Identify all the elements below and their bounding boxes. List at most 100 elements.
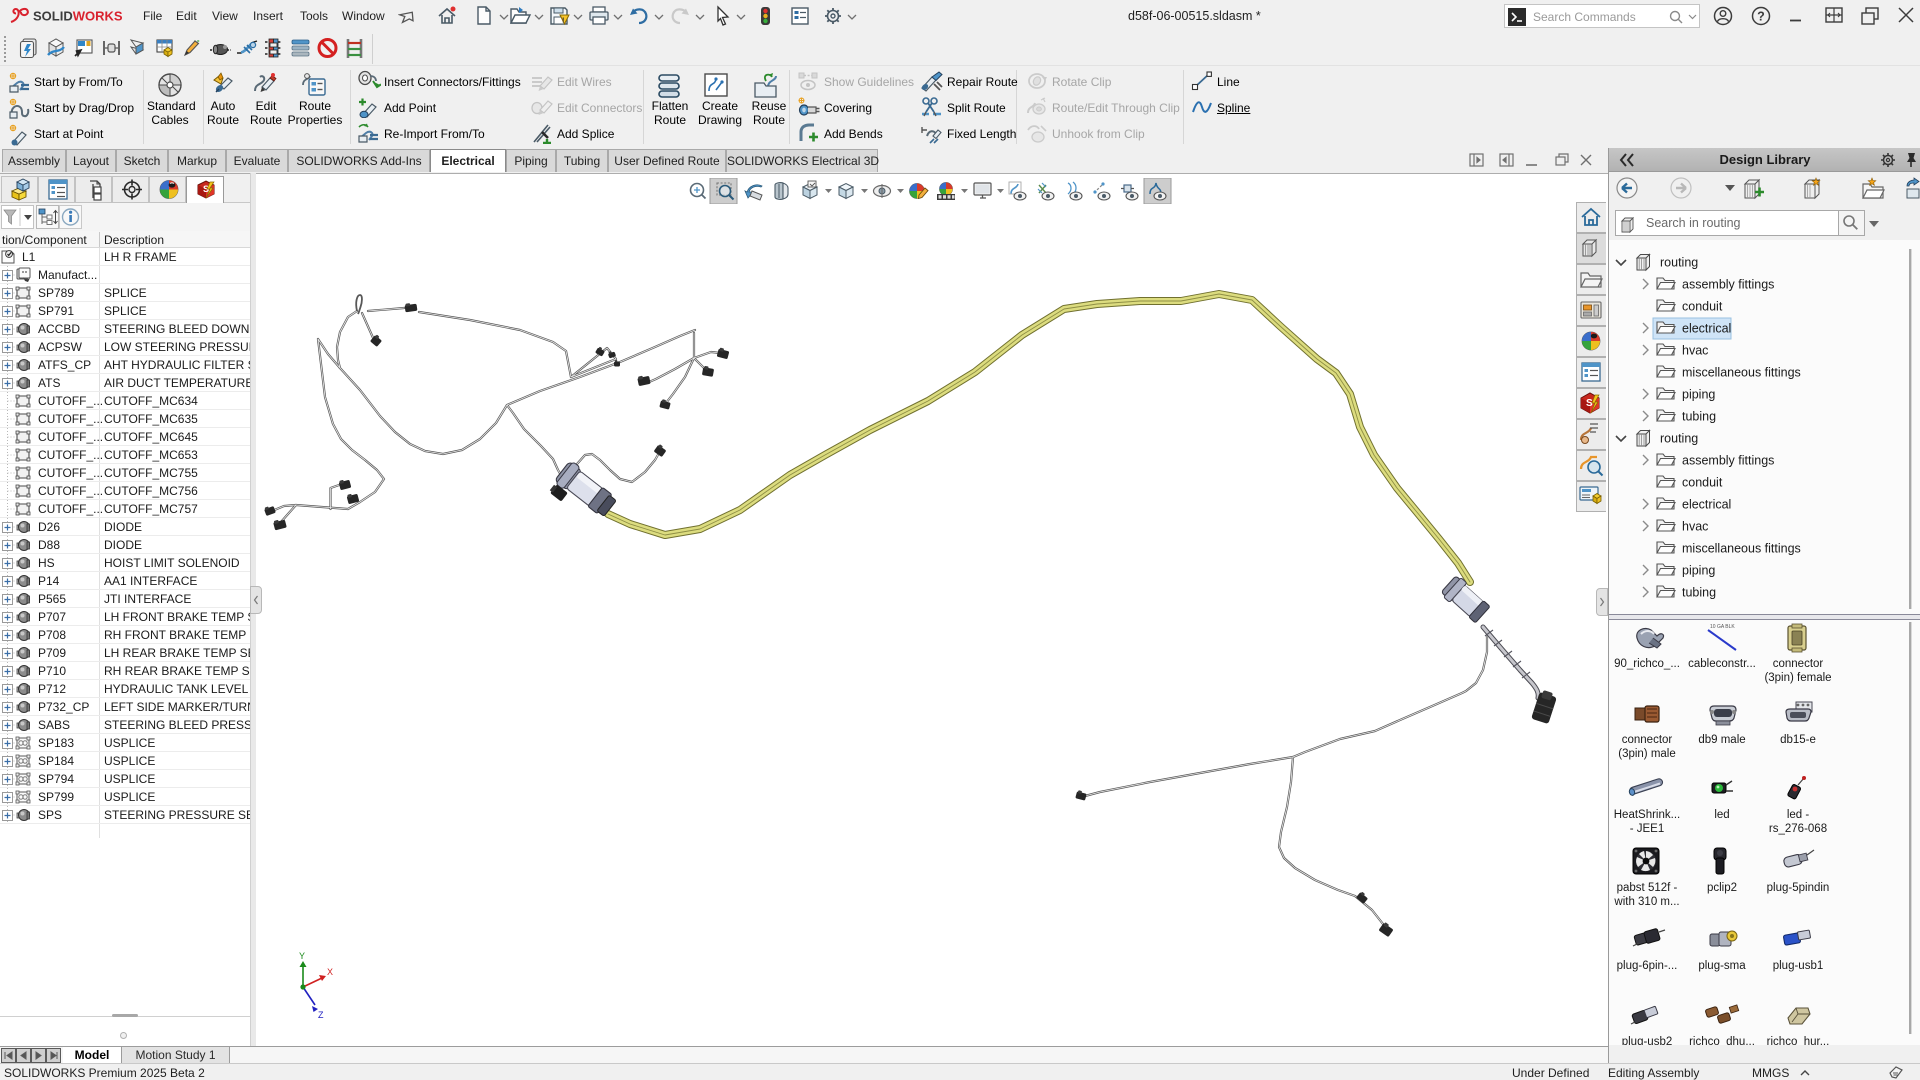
svg-text:STEERING BLEED PRESSURE: STEERING BLEED PRESSURE: [104, 718, 250, 732]
svg-text:P707: P707: [38, 610, 66, 624]
svg-text:SP794: SP794: [38, 772, 74, 786]
svg-text:CUTOFF_MC757: CUTOFF_MC757: [104, 502, 198, 516]
svg-text:JTI INTERFACE: JTI INTERFACE: [104, 592, 191, 606]
svg-text:SP789: SP789: [38, 286, 74, 300]
svg-text:STEERING BLEED DOWN SOI: STEERING BLEED DOWN SOI: [104, 322, 250, 336]
svg-text:tubing: tubing: [1682, 410, 1716, 424]
svg-text:HOIST LIMIT SOLENOID: HOIST LIMIT SOLENOID: [104, 556, 240, 570]
svg-text:LEFT SIDE MARKER/TURN LI: LEFT SIDE MARKER/TURN LI: [104, 700, 250, 714]
svg-text:SOLIDWORKS: SOLIDWORKS: [33, 9, 123, 24]
svg-text:assembly fittings: assembly fittings: [1682, 278, 1774, 292]
svg-text:CUTOFF_MC755: CUTOFF_MC755: [104, 466, 198, 480]
svg-text:D26: D26: [38, 520, 60, 534]
svg-text:10 GA BLK: 10 GA BLK: [1710, 624, 1735, 630]
svg-text:RH REAR BRAKE TEMP SENS: RH REAR BRAKE TEMP SENS: [104, 664, 250, 678]
svg-text:Z: Z: [318, 1010, 324, 1020]
svg-text:assembly fittings: assembly fittings: [1682, 454, 1774, 468]
svg-text:SABS: SABS: [38, 718, 70, 732]
svg-text:hvac: hvac: [1682, 344, 1708, 358]
svg-text:db15-e: db15-e: [1780, 734, 1816, 746]
svg-text:(3pin) male: (3pin) male: [1618, 748, 1676, 760]
svg-text:Y: Y: [299, 951, 305, 961]
svg-text:tubing: tubing: [1682, 586, 1716, 600]
svg-text:plug-6pin-...: plug-6pin-...: [1617, 960, 1678, 972]
svg-text:CUTOFF_...: CUTOFF_...: [38, 448, 103, 462]
svg-text:SP791: SP791: [38, 304, 74, 318]
svg-text:connector: connector: [1622, 734, 1673, 746]
svg-text:plug-usb1: plug-usb1: [1773, 960, 1824, 972]
svg-text:conduit: conduit: [1682, 476, 1723, 490]
svg-text:plug-usb2: plug-usb2: [1622, 1036, 1673, 1045]
svg-text:richco_hur...: richco_hur...: [1767, 1036, 1830, 1045]
svg-text:HS: HS: [38, 556, 55, 570]
svg-text:CUTOFF_...: CUTOFF_...: [38, 430, 103, 444]
svg-text:CUTOFF_...: CUTOFF_...: [38, 466, 103, 480]
svg-text:hvac: hvac: [1682, 520, 1708, 534]
svg-text:db9 male: db9 male: [1698, 734, 1745, 746]
svg-text:CUTOFF_...: CUTOFF_...: [38, 484, 103, 498]
svg-text:CUTOFF_MC756: CUTOFF_MC756: [104, 484, 198, 498]
svg-text:USPLICE: USPLICE: [104, 772, 155, 786]
svg-text:(3pin) female: (3pin) female: [1764, 672, 1831, 684]
svg-text:90_richco_...: 90_richco_...: [1614, 658, 1680, 670]
svg-text:SP184: SP184: [38, 754, 74, 768]
svg-text:AIR DUCT TEMPERATURE SE: AIR DUCT TEMPERATURE SE: [104, 376, 250, 390]
svg-text:piping: piping: [1682, 388, 1715, 402]
svg-text:RH FRONT BRAKE TEMP SEN: RH FRONT BRAKE TEMP SEN: [104, 628, 250, 642]
svg-text:LOW STEERING PRESSURE Sʼ: LOW STEERING PRESSURE Sʼ: [104, 340, 250, 354]
svg-text:CUTOFF_...: CUTOFF_...: [38, 394, 103, 408]
svg-text:CUTOFF_...: CUTOFF_...: [38, 412, 103, 426]
svg-text:?: ?: [1757, 10, 1765, 24]
svg-text:AHT HYDRAULIC FILTER SW: AHT HYDRAULIC FILTER SW: [104, 358, 250, 372]
svg-text:P565: P565: [38, 592, 66, 606]
svg-text:Manufact...: Manufact...: [38, 268, 97, 282]
svg-text:P708: P708: [38, 628, 66, 642]
svg-text:DIODE: DIODE: [104, 538, 142, 552]
svg-text:LH R FRAME: LH R FRAME: [104, 250, 177, 264]
svg-text:routing: routing: [1660, 256, 1698, 270]
svg-text:DIODE: DIODE: [104, 520, 142, 534]
svg-text:routing: routing: [1660, 432, 1698, 446]
svg-text:cableconstr...: cableconstr...: [1688, 658, 1756, 670]
svg-text:plug-sma: plug-sma: [1698, 960, 1746, 972]
svg-text:ATS: ATS: [38, 376, 60, 390]
svg-text:SPS: SPS: [38, 808, 62, 822]
svg-text:P14: P14: [38, 574, 60, 588]
svg-text:- JEE1: - JEE1: [1630, 823, 1665, 835]
svg-text:CUTOFF_MC653: CUTOFF_MC653: [104, 448, 198, 462]
svg-text:electrical: electrical: [1682, 322, 1731, 336]
svg-text:SP799: SP799: [38, 790, 74, 804]
svg-text:HeatShrink...: HeatShrink...: [1614, 809, 1680, 821]
svg-text:P709: P709: [38, 646, 66, 660]
svg-text:P732_CP: P732_CP: [38, 700, 89, 714]
svg-text:SPLICE: SPLICE: [104, 286, 147, 300]
svg-text:CUTOFF_MC645: CUTOFF_MC645: [104, 430, 198, 444]
svg-text:led: led: [1714, 809, 1729, 821]
svg-text:CUTOFF_...: CUTOFF_...: [38, 502, 103, 516]
svg-text:led -: led -: [1787, 809, 1810, 821]
svg-text:ACPSW: ACPSW: [38, 340, 83, 354]
svg-text:miscellaneous fittings: miscellaneous fittings: [1682, 366, 1801, 380]
svg-text:pabst 512f -: pabst 512f -: [1617, 882, 1678, 894]
svg-text:S: S: [1586, 398, 1593, 409]
svg-text:SPLICE: SPLICE: [104, 304, 147, 318]
svg-text:P710: P710: [38, 664, 66, 678]
svg-text:with 310 m...: with 310 m...: [1613, 896, 1679, 908]
svg-text:pclip2: pclip2: [1707, 882, 1737, 894]
svg-text:CUTOFF_MC635: CUTOFF_MC635: [104, 412, 198, 426]
svg-text:CUTOFF_MC634: CUTOFF_MC634: [104, 394, 198, 408]
svg-text:LH REAR BRAKE TEMP SENS: LH REAR BRAKE TEMP SENS: [104, 646, 250, 660]
svg-text:rs_276-068: rs_276-068: [1769, 823, 1827, 835]
svg-text:SP183: SP183: [38, 736, 74, 750]
svg-text:P712: P712: [38, 682, 66, 696]
svg-text:HYDRAULIC TANK LEVEL SEI: HYDRAULIC TANK LEVEL SEI: [104, 682, 250, 696]
svg-text:connector: connector: [1773, 658, 1824, 670]
svg-text:ACCBD: ACCBD: [38, 322, 80, 336]
svg-text:richco_dhu...: richco_dhu...: [1689, 1036, 1755, 1045]
svg-text:STEERING PRESSURE SENSO: STEERING PRESSURE SENSO: [104, 808, 250, 822]
svg-text:!: !: [562, 16, 565, 25]
svg-text:X: X: [327, 967, 333, 977]
svg-text:USPLICE: USPLICE: [104, 790, 155, 804]
svg-text:USPLICE: USPLICE: [104, 736, 155, 750]
svg-text:ATFS_CP: ATFS_CP: [38, 358, 91, 372]
